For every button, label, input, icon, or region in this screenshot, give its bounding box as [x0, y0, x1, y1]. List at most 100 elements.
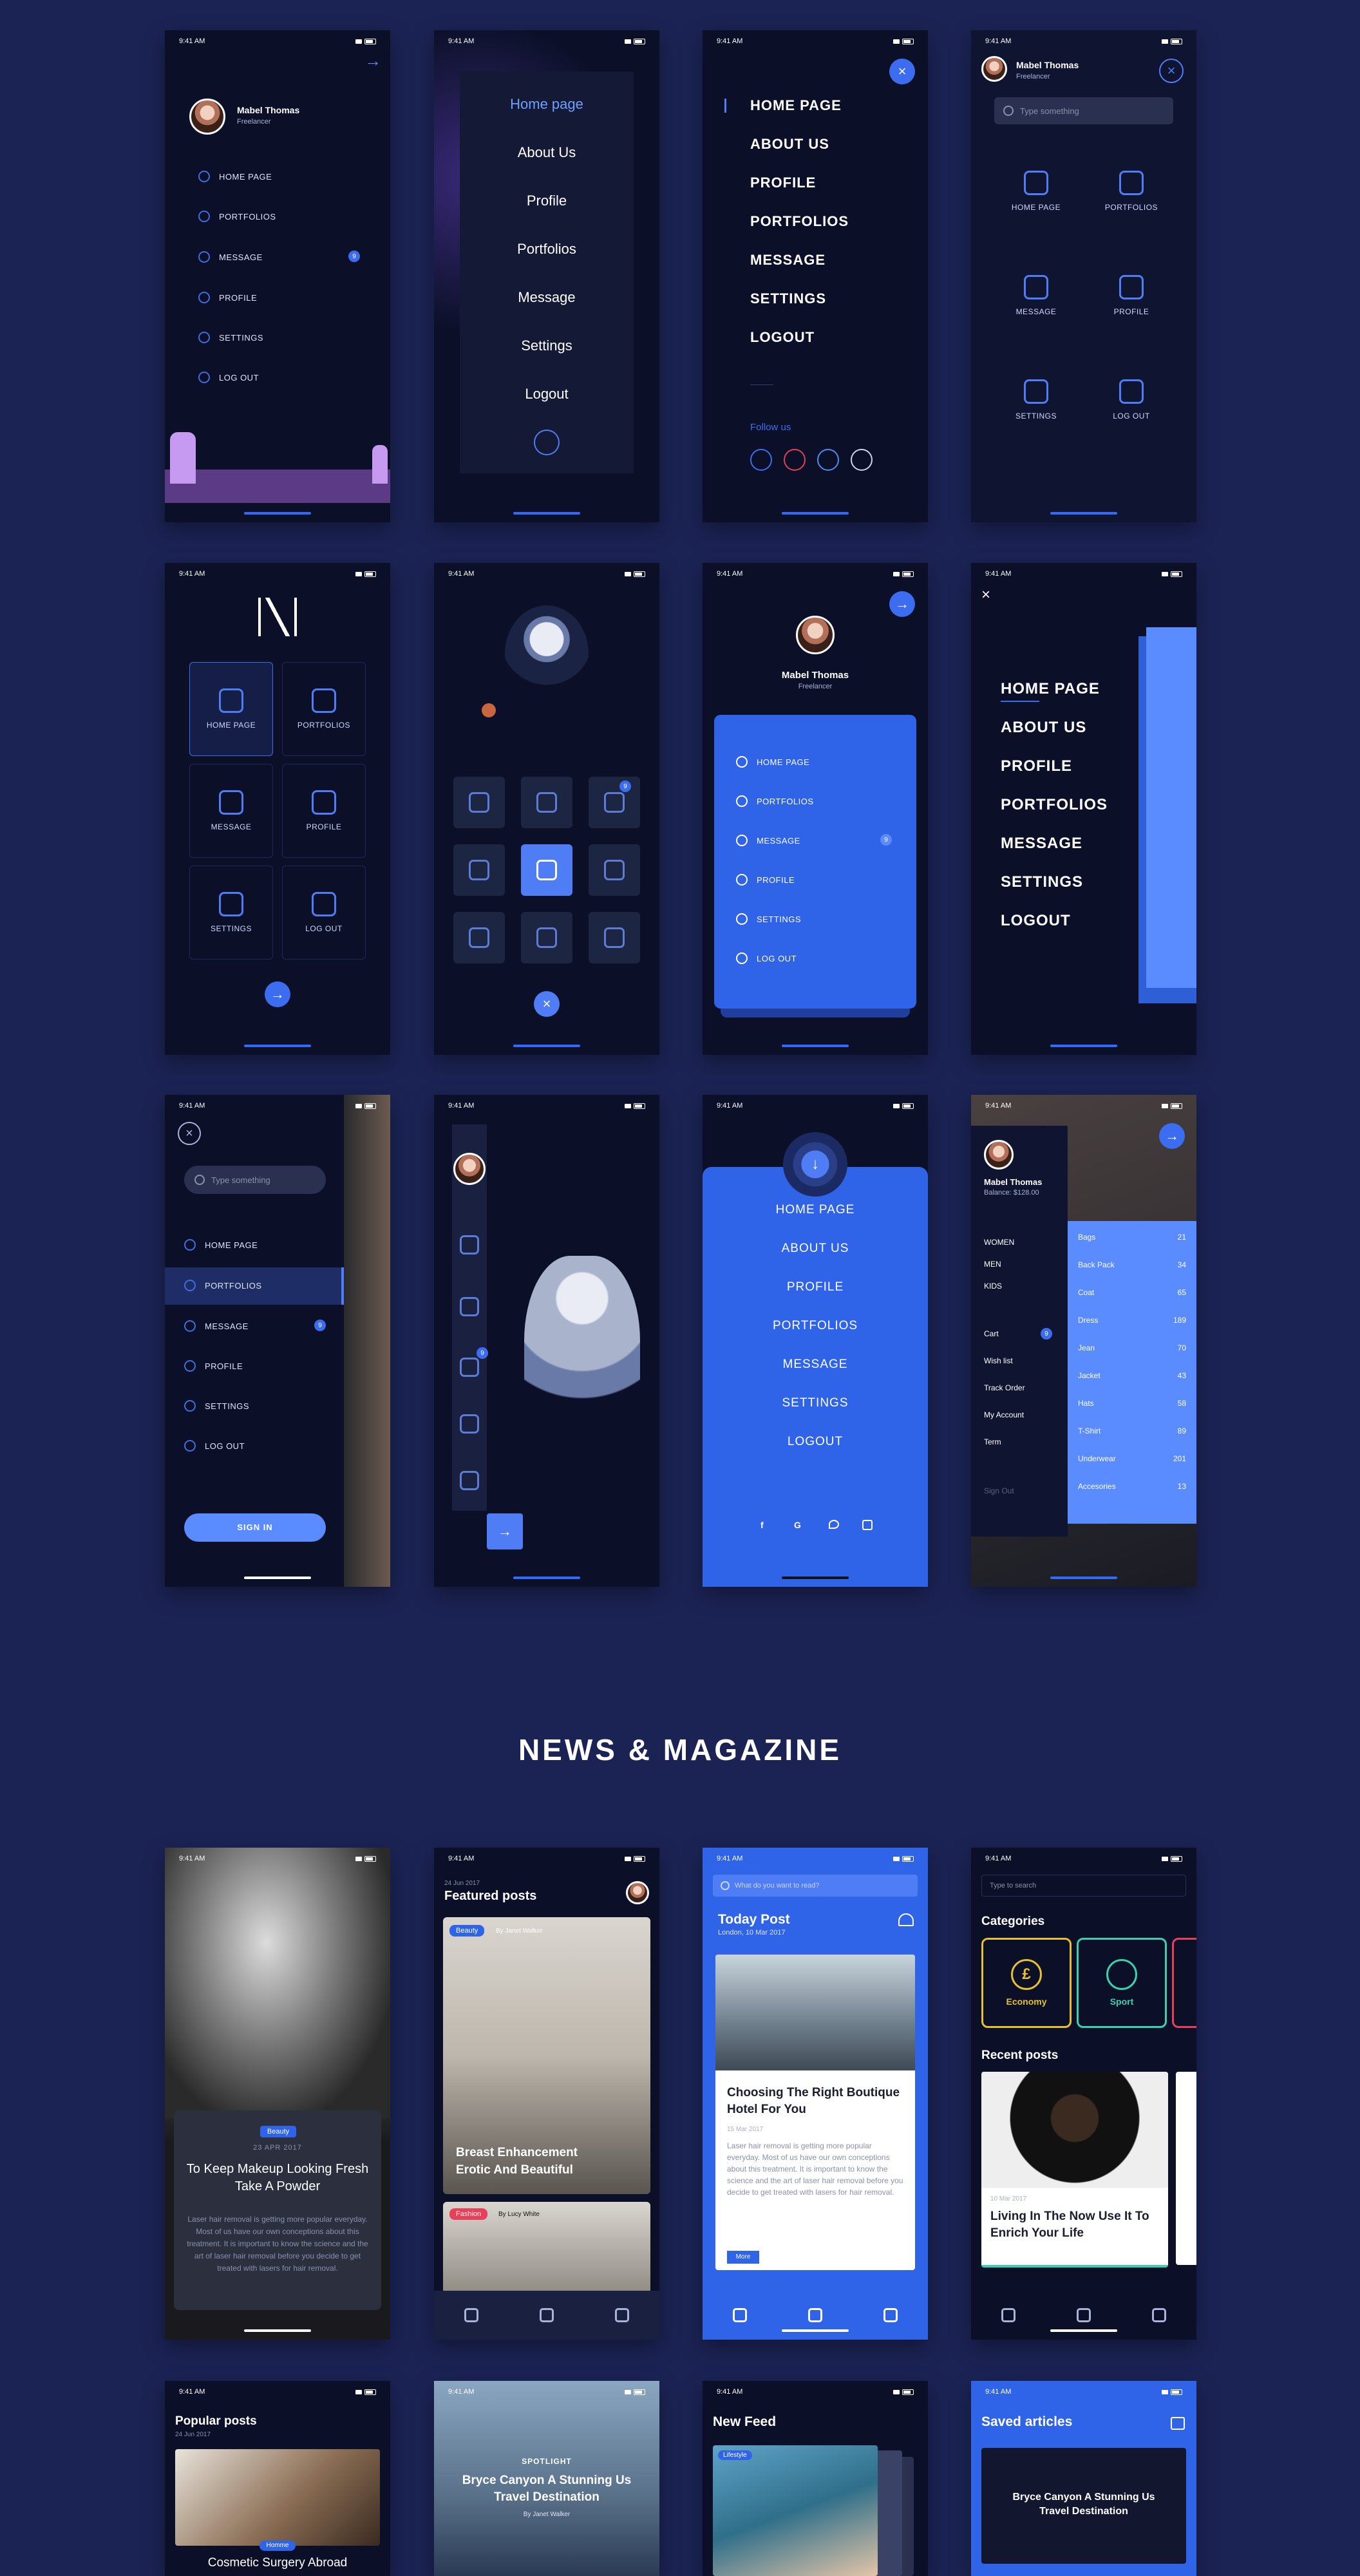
- gender-kids[interactable]: KIDS: [984, 1282, 1002, 1291]
- menu-title-logout[interactable]: Logout: [434, 386, 659, 402]
- bookmark-icon[interactable]: [883, 2308, 898, 2322]
- tag-fashion[interactable]: Fashion: [449, 2208, 488, 2220]
- instagram-icon[interactable]: [851, 449, 873, 471]
- grid-logout[interactable]: LOG OUT: [1084, 348, 1178, 451]
- alarm-icon[interactable]: [898, 1913, 914, 1926]
- category-row[interactable]: Coat 65: [1078, 1288, 1186, 1297]
- close-icon[interactable]: ×: [1159, 59, 1184, 83]
- menu-big-portfolios[interactable]: PORTFOLIOS: [1001, 796, 1108, 814]
- menu-item-profile[interactable]: PROFILE: [184, 1360, 243, 1372]
- bookmark-icon[interactable]: [1151, 2308, 1166, 2322]
- menu-big-profile[interactable]: PROFILE: [750, 175, 816, 191]
- feed-card[interactable]: [713, 2445, 878, 2576]
- user-icon[interactable]: [539, 2308, 554, 2322]
- grid-settings[interactable]: SETTINGS: [989, 348, 1083, 451]
- grid-portfolios[interactable]: [521, 777, 572, 828]
- gender-women[interactable]: WOMEN: [984, 1238, 1014, 1247]
- arrow-up-icon[interactable]: [534, 430, 560, 455]
- close-button[interactable]: ×: [534, 991, 560, 1017]
- center-settings[interactable]: SETTINGS: [703, 1396, 928, 1410]
- link-term[interactable]: Term: [984, 1437, 1001, 1446]
- featured-title-1[interactable]: Breast Enhancement Erotic And Beautiful: [456, 2144, 604, 2179]
- category-row[interactable]: Jean 70: [1078, 1343, 1186, 1352]
- category-row[interactable]: T-Shirt 89: [1078, 1426, 1186, 1435]
- grid-home[interactable]: HOME PAGE: [189, 662, 273, 756]
- search-input[interactable]: Type something: [184, 1166, 326, 1194]
- card-item-logout[interactable]: LOG OUT: [736, 952, 797, 964]
- user-icon[interactable]: [460, 1414, 479, 1434]
- home-icon[interactable]: [460, 1235, 479, 1255]
- grid-portfolios[interactable]: PORTFOLIOS: [282, 662, 366, 756]
- link-track-order[interactable]: Track Order: [984, 1383, 1025, 1392]
- menu-big-logout[interactable]: LOGOUT: [750, 329, 815, 346]
- tag-beauty[interactable]: Beauty: [449, 1925, 485, 1937]
- link-my-account[interactable]: My Account: [984, 1410, 1024, 1419]
- category-row[interactable]: Hats 58: [1078, 1399, 1186, 1408]
- menu-big-profile[interactable]: PROFILE: [1001, 757, 1072, 775]
- category-row[interactable]: Jacket 43: [1078, 1371, 1186, 1380]
- grid-message[interactable]: MESSAGE: [189, 764, 273, 858]
- search-input[interactable]: Type something: [994, 97, 1173, 124]
- recent-post-title[interactable]: Living In The Now Use It To Enrich Your …: [990, 2208, 1158, 2242]
- arrow-down-button[interactable]: ↓: [783, 1132, 847, 1197]
- menu-item-portfolios[interactable]: PORTFOLIOS: [198, 211, 276, 222]
- arrow-right-icon[interactable]: →: [364, 51, 381, 71]
- category-partial[interactable]: [1172, 1938, 1196, 2028]
- more-button[interactable]: More: [727, 2251, 759, 2264]
- google-icon[interactable]: [784, 449, 806, 471]
- close-icon[interactable]: ×: [889, 59, 915, 84]
- center-message[interactable]: MESSAGE: [703, 1358, 928, 1372]
- menu-big-logout[interactable]: LOGOUT: [1001, 912, 1071, 930]
- google-icon[interactable]: G: [794, 1520, 801, 1530]
- grid-portfolios[interactable]: PORTFOLIOS: [1084, 140, 1178, 243]
- menu-item-home[interactable]: HOME PAGE: [198, 171, 272, 182]
- instagram-icon[interactable]: [862, 1520, 873, 1530]
- menu-item-settings[interactable]: SETTINGS: [198, 332, 263, 343]
- category-row[interactable]: Bags 21: [1078, 1233, 1186, 1242]
- user-icon[interactable]: [1076, 2308, 1091, 2322]
- menu-title-home[interactable]: Home page: [434, 96, 659, 113]
- menu-icon[interactable]: [464, 2308, 479, 2322]
- menu-title-portfolios[interactable]: Portfolios: [434, 241, 659, 258]
- menu-big-home[interactable]: HOME PAGE: [1001, 680, 1100, 698]
- menu-item-profile[interactable]: PROFILE: [198, 292, 257, 303]
- category-sport[interactable]: Sport: [1077, 1938, 1167, 2028]
- sign-in-button[interactable]: SIGN IN: [184, 1513, 326, 1542]
- card-item-home[interactable]: HOME PAGE: [736, 756, 809, 768]
- grid-settings[interactable]: SETTINGS: [189, 866, 273, 960]
- popular-tag[interactable]: Homme: [260, 2541, 296, 2551]
- category-row[interactable]: Underwear 201: [1078, 1454, 1186, 1463]
- grid-dashboard[interactable]: [521, 912, 572, 963]
- search-input[interactable]: Type to search: [981, 1875, 1186, 1897]
- center-about[interactable]: ABOUT US: [703, 1242, 928, 1256]
- popular-photo[interactable]: [175, 2449, 380, 2546]
- menu-item-settings[interactable]: SETTINGS: [184, 1400, 249, 1412]
- menu-big-settings[interactable]: SETTINGS: [1001, 873, 1083, 891]
- close-icon[interactable]: ×: [981, 586, 990, 604]
- grid-home[interactable]: HOME PAGE: [989, 140, 1083, 243]
- card-item-portfolios[interactable]: PORTFOLIOS: [736, 795, 814, 807]
- category-tag[interactable]: Beauty: [260, 2126, 296, 2137]
- arrow-right-button[interactable]: →: [1159, 1123, 1185, 1149]
- feed-tag[interactable]: Lifestyle: [718, 2450, 752, 2460]
- card-item-settings[interactable]: SETTINGS: [736, 913, 801, 925]
- menu-icon[interactable]: [1001, 2308, 1016, 2322]
- menu-title-profile[interactable]: Profile: [434, 193, 659, 209]
- facebook-icon[interactable]: [750, 449, 772, 471]
- briefcase-icon[interactable]: [460, 1297, 479, 1316]
- card-item-profile[interactable]: PROFILE: [736, 874, 795, 886]
- card-item-message[interactable]: MESSAGE: [736, 835, 800, 846]
- spotlight-title[interactable]: Bryce Canyon A Stunning Us Travel Destin…: [460, 2472, 634, 2506]
- popular-title[interactable]: Cosmetic Surgery Abroad: [165, 2556, 390, 2570]
- bookmark-icon[interactable]: [614, 2308, 629, 2322]
- arrow-right-button[interactable]: →: [265, 981, 290, 1007]
- saved-title[interactable]: Bryce Canyon A Stunning Us Travel Destin…: [997, 2490, 1171, 2519]
- gender-men[interactable]: MEN: [984, 1260, 1001, 1269]
- arrow-right-button[interactable]: →: [889, 591, 915, 617]
- list-view-icon[interactable]: [1171, 2417, 1185, 2430]
- close-icon[interactable]: ×: [178, 1122, 201, 1145]
- menu-title-about[interactable]: About Us: [434, 144, 659, 161]
- menu-item-message[interactable]: MESSAGE: [198, 251, 263, 263]
- menu-item-logout[interactable]: LOG OUT: [198, 372, 259, 383]
- facebook-icon[interactable]: f: [760, 1520, 764, 1530]
